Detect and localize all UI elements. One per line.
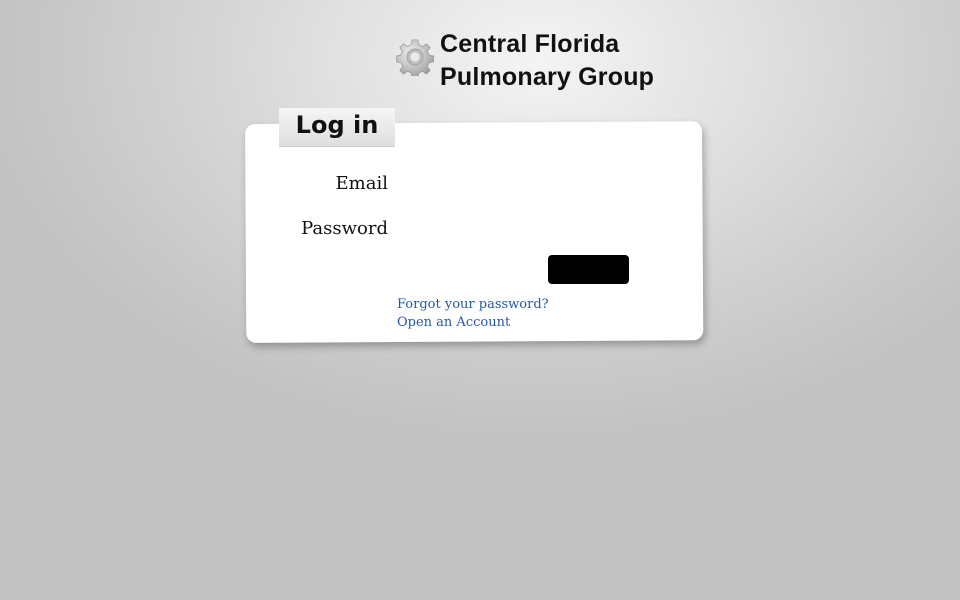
brand-name-line2: Pulmonary Group bbox=[440, 63, 655, 91]
brand-header: Central Florida Pulmonary Group bbox=[396, 28, 654, 94]
password-label: Password bbox=[301, 218, 388, 239]
login-title: Log in bbox=[295, 111, 379, 139]
gear-icon bbox=[396, 39, 434, 76]
forgot-password-link[interactable]: Forgot your password? bbox=[397, 297, 549, 312]
password-field[interactable] bbox=[398, 216, 632, 242]
email-field[interactable] bbox=[398, 171, 632, 197]
brand-name: Central Florida Pulmonary Group bbox=[440, 28, 654, 94]
open-account-link[interactable]: Open an Account bbox=[397, 315, 510, 330]
email-label: Email bbox=[335, 173, 388, 194]
login-button[interactable] bbox=[548, 255, 629, 284]
brand-name-line1: Central Florida bbox=[440, 30, 620, 58]
